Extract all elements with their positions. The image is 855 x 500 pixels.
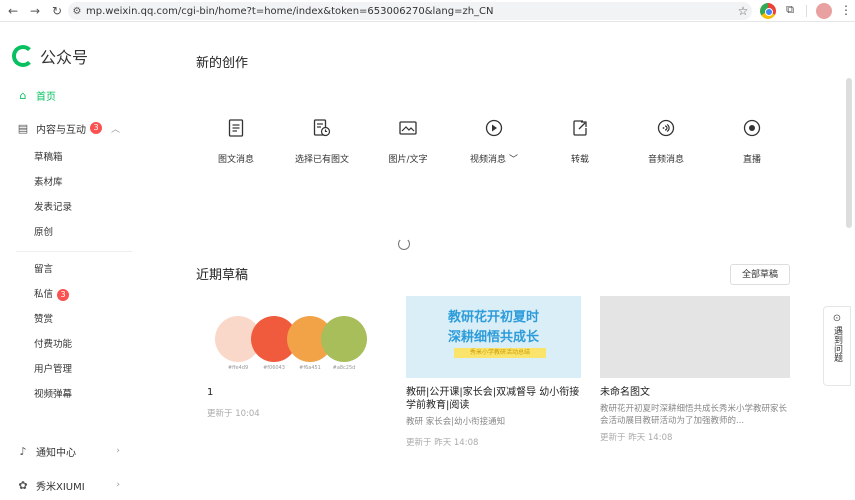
chevron-down-icon[interactable]: ﹀	[509, 155, 518, 165]
home-icon: ⌂	[19, 88, 27, 102]
sidebar-item-label: 首页	[36, 91, 56, 103]
content-icon: ▤	[17, 121, 29, 135]
draft-subtitle: 教研 家长会|幼小衔接通知	[406, 417, 506, 427]
sidebar-item-paid[interactable]: 付费功能	[34, 336, 72, 354]
loading-cursor-icon	[398, 238, 410, 250]
draft-time: 更新于 昨天 14:08	[406, 438, 479, 448]
draft-title: 1	[207, 387, 214, 398]
wechat-logo-icon	[12, 45, 34, 67]
draft-title: 教研|公开课|家长会|双减督导 幼小衔接 学前教育|阅读	[406, 387, 580, 411]
draft-time: 更新于 昨天 14:08	[600, 433, 673, 443]
create-section-title: 新的创作	[196, 56, 249, 71]
create-article-label: 图文消息	[217, 155, 254, 165]
create-image-text[interactable]: 图片/文字	[365, 118, 451, 165]
sidebar-item-library[interactable]: 素材库	[34, 174, 63, 192]
play-icon	[484, 118, 504, 138]
create-audio-label: 音频消息	[647, 155, 684, 165]
draft-card[interactable]: #ffe4d9 #f06043 #f6a451 #a8c25d 1 更新于 10…	[207, 296, 397, 419]
cover-line1: 教研花开初夏时	[447, 310, 539, 325]
sidebar-item-label: 私信	[34, 289, 54, 300]
site-info-icon[interactable]: ⚙	[68, 6, 86, 17]
help-label: 遇到问题	[832, 326, 842, 362]
bookmark-star-icon[interactable]: ☆	[734, 4, 752, 18]
sidebar-group-label: 内容与互动	[36, 124, 86, 136]
logo-text: 公众号	[40, 48, 89, 67]
sidebar-item-original[interactable]: 原创	[34, 224, 53, 242]
draft-time: 更新于 10:04	[207, 409, 260, 419]
profile-avatar[interactable]	[816, 3, 832, 19]
draft-card[interactable]: 教研花开初夏时 深耕细悟共成长 秀米小学教研活动总结 教研|公开课|家长会|双减…	[406, 296, 581, 448]
create-repost-label: 转载	[570, 155, 589, 165]
draft-cover: #ffe4d9 #f06043 #f6a451 #a8c25d	[207, 296, 397, 378]
cover-line2: 深耕细悟共成长	[447, 330, 539, 345]
back-icon[interactable]: ←	[4, 2, 22, 20]
document-icon	[226, 118, 246, 138]
create-live-label: 直播	[742, 155, 761, 165]
cover-subtitle: 秀米小学教研活动总结	[454, 348, 546, 358]
messages-badge: 3	[57, 289, 70, 301]
sidebar-item-users[interactable]: 用户管理	[34, 361, 72, 379]
draft-card[interactable]: 未命名图文 教研花开初夏时深耕细悟共成长秀米小学教研家长会活动展目教研活动为了加…	[600, 296, 790, 443]
scrollbar[interactable]	[846, 78, 852, 228]
toolbar-divider	[806, 5, 807, 17]
url-text[interactable]: mp.weixin.qq.com/cgi-bin/home?t=home/ind…	[86, 6, 734, 17]
reload-icon[interactable]: ↻	[48, 2, 66, 20]
address-bar[interactable]: ⚙ mp.weixin.qq.com/cgi-bin/home?t=home/i…	[68, 2, 752, 20]
sidebar-item-xiumi[interactable]: ✿ 秀米XIUMI ›	[0, 474, 140, 496]
swatch-label: #a8c25d	[332, 365, 356, 371]
sidebar-item-label: 通知中心	[36, 447, 76, 459]
create-article[interactable]: 图文消息	[193, 118, 279, 165]
draft-cover	[600, 296, 790, 378]
chevron-up-icon[interactable]: ︿	[111, 122, 120, 135]
help-icon: ⊙	[832, 313, 842, 324]
create-select-existing[interactable]: 选择已有图文	[279, 118, 365, 165]
sidebar-group-content[interactable]: ▤ 内容与互动 3 ︿	[0, 117, 140, 139]
sidebar-item-drafts[interactable]: 草稿箱	[34, 149, 63, 167]
image-icon	[398, 118, 418, 138]
create-video-label: 视频消息 ﹀	[470, 155, 518, 165]
xiumi-icon: ✿	[18, 478, 28, 492]
bell-icon: ♪	[19, 444, 27, 458]
audio-icon	[656, 118, 676, 138]
help-widget[interactable]: ⊙ 遇到问题	[823, 306, 851, 386]
draft-title: 未命名图文	[600, 387, 650, 398]
sidebar: 公众号 ⌂ 首页 ▤ 内容与互动 3 ︿ 草稿箱 素材库 发表记录 原创 留言 …	[0, 22, 140, 500]
create-live[interactable]: 直播	[709, 118, 795, 165]
create-repost[interactable]: 转载	[537, 118, 623, 165]
sidebar-item-rewards[interactable]: 赞赏	[34, 311, 53, 329]
chrome-extension-icon[interactable]	[760, 3, 776, 19]
create-video[interactable]: 视频消息 ﹀	[451, 118, 537, 165]
sidebar-item-home[interactable]: ⌂ 首页	[0, 84, 140, 106]
logo[interactable]: 公众号	[12, 44, 88, 68]
document-clock-icon	[312, 118, 332, 138]
sidebar-divider	[16, 251, 132, 252]
create-select-existing-label: 选择已有图文	[294, 155, 349, 165]
create-audio[interactable]: 音频消息	[623, 118, 709, 165]
draft-subtitle: 教研花开初夏时深耕细悟共成长秀米小学教研家长会活动展目教研活动为了加强教师的..…	[600, 404, 788, 426]
content-badge: 3	[90, 122, 102, 134]
more-menu-icon[interactable]: ⋮	[838, 3, 854, 19]
sidebar-item-publish-records[interactable]: 发表记录	[34, 199, 72, 217]
all-drafts-button[interactable]: 全部草稿	[730, 264, 790, 285]
forward-icon[interactable]: →	[26, 2, 44, 20]
share-icon	[570, 118, 590, 138]
sidebar-item-notices[interactable]: ♪ 通知中心 ›	[0, 440, 140, 462]
extensions-puzzle-icon[interactable]: ⧉	[782, 3, 798, 19]
create-image-text-label: 图片/文字	[388, 155, 428, 165]
sidebar-item-danmaku[interactable]: 视频弹幕	[34, 386, 72, 404]
live-icon	[742, 118, 762, 138]
chevron-right-icon: ›	[116, 446, 120, 456]
sidebar-item-label: 秀米XIUMI	[36, 481, 85, 493]
sidebar-item-messages[interactable]: 私信 3	[34, 286, 70, 304]
drafts-section-title: 近期草稿	[196, 268, 249, 283]
chevron-right-icon: ›	[116, 480, 120, 490]
draft-cover: 教研花开初夏时 深耕细悟共成长 秀米小学教研活动总结	[406, 296, 581, 378]
color-swatch	[321, 316, 367, 362]
browser-toolbar: ← → ↻ ⚙ mp.weixin.qq.com/cgi-bin/home?t=…	[0, 0, 855, 22]
sidebar-item-comments[interactable]: 留言	[34, 261, 53, 279]
